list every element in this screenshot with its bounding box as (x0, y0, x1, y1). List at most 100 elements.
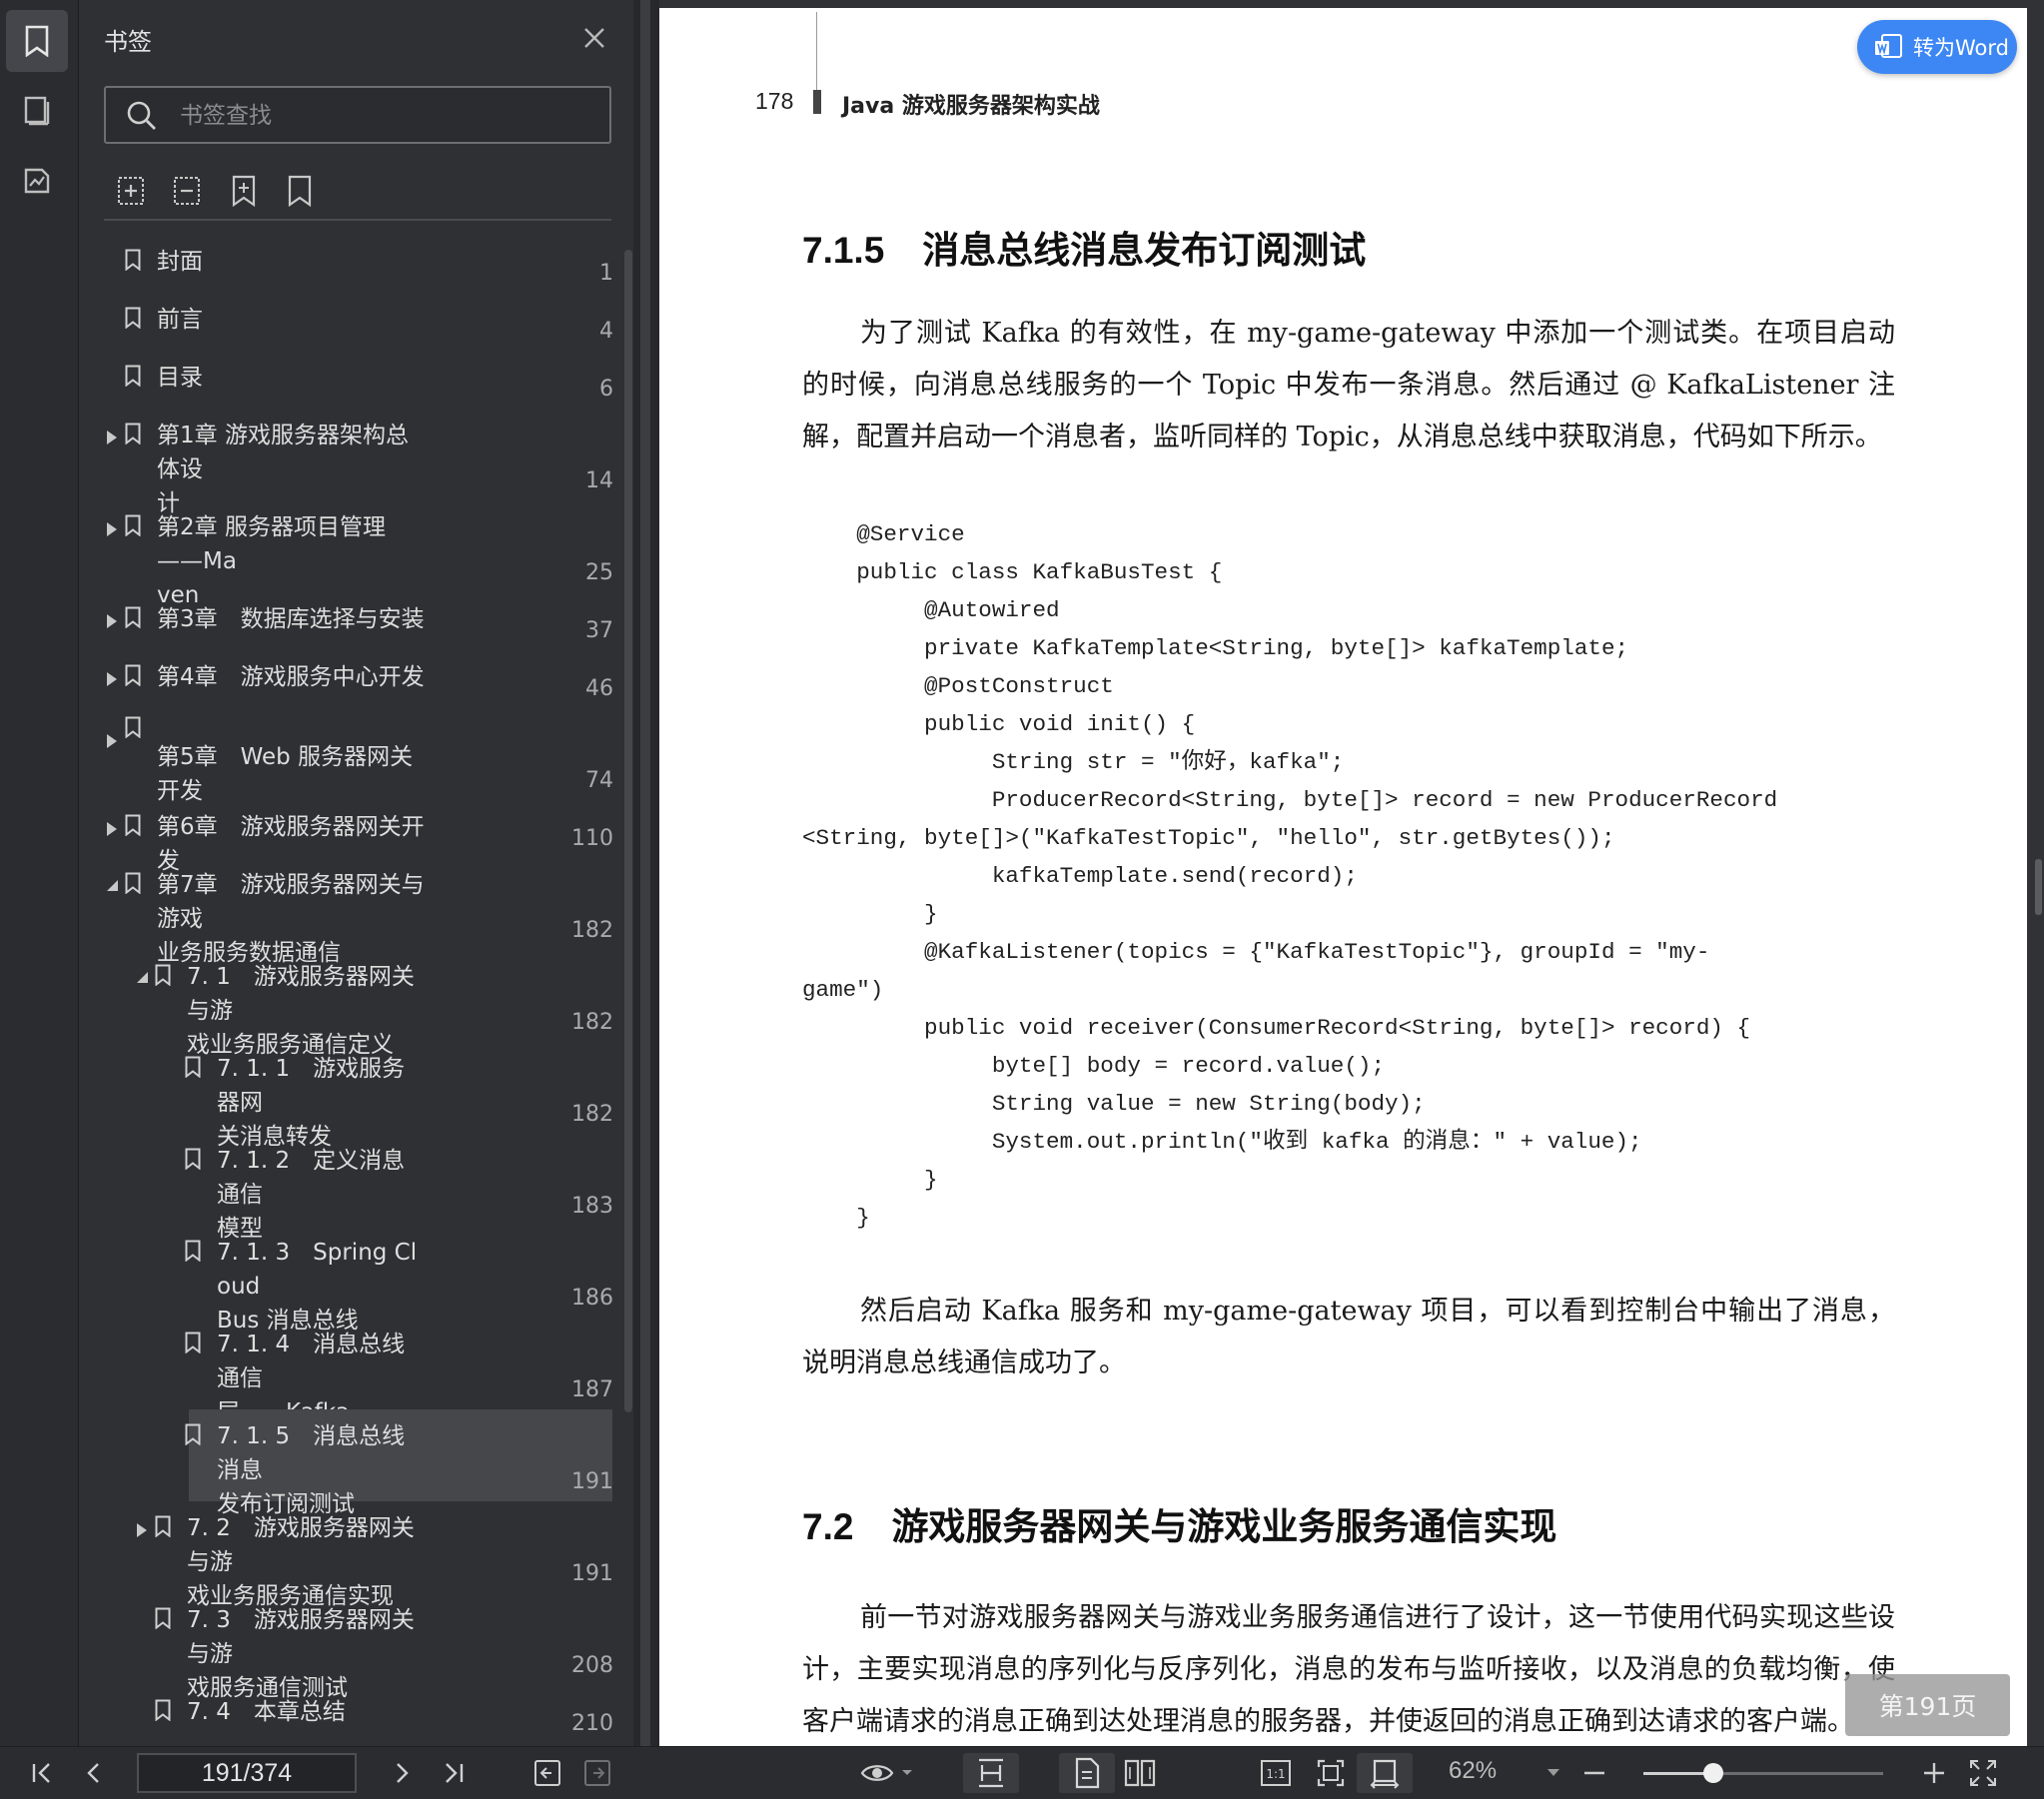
bookmark-icon (125, 606, 141, 628)
bookmark-icon (185, 1148, 201, 1170)
bookmark-label: 7. 1. 3 Spring Cloud Bus 消息总线 (217, 1240, 418, 1334)
section-heading: 7.2 游戏服务器网关与游戏业务服务通信实现 (802, 1496, 1556, 1550)
bookmark-icon[interactable] (283, 174, 319, 210)
panel-title: 书签 (104, 28, 152, 56)
zoom-out-icon[interactable] (1578, 1757, 1610, 1789)
paragraph: 然后启动 Kafka 服务和 my-game-gateway 项目，可以看到控制… (802, 1296, 1895, 1378)
svg-text:1:1: 1:1 (1266, 1767, 1285, 1781)
continuous-scroll-icon[interactable] (975, 1757, 1007, 1789)
bookmark-page-number: 186 (571, 1286, 613, 1311)
sidebar-rail (0, 0, 79, 1746)
page-number-input[interactable] (137, 1753, 357, 1793)
last-page-icon[interactable] (438, 1757, 470, 1789)
close-icon[interactable] (576, 20, 612, 56)
search-input[interactable] (178, 88, 601, 144)
chevron-down-icon[interactable] (137, 972, 148, 983)
bookmark-label: 7. 4 本章总结 (187, 1699, 346, 1725)
bookmark-page-number: 210 (571, 1711, 613, 1736)
bookmark-icon (155, 1515, 171, 1537)
bookmark-icon (185, 1332, 201, 1353)
bookmark-icon (125, 664, 141, 686)
chevron-right-icon[interactable] (137, 1523, 147, 1537)
scrollbar[interactable] (624, 250, 632, 1412)
zoom-slider[interactable] (1643, 1763, 1883, 1783)
divider (104, 219, 611, 221)
thumbnail-icon[interactable] (6, 80, 68, 142)
bookmark-icon[interactable] (6, 10, 68, 72)
bookmark-icon (125, 872, 141, 894)
convert-to-word-label: 转为Word (1913, 36, 2009, 60)
chevron-right-icon[interactable] (107, 672, 117, 686)
reading-mode-icon[interactable] (857, 1757, 917, 1789)
back-view-icon[interactable] (531, 1757, 563, 1789)
bookmark-icon (125, 365, 141, 387)
bookmark-icon (125, 514, 141, 536)
chevron-right-icon[interactable] (107, 822, 117, 836)
chevron-right-icon[interactable] (107, 614, 117, 628)
paragraph: 为了测试 Kafka 的有效性，在 my-game-gateway 中添加一个测… (802, 318, 1895, 452)
single-page-icon[interactable] (1071, 1757, 1103, 1789)
bookmark-icon (185, 1423, 201, 1445)
chevron-down-icon[interactable] (107, 880, 118, 891)
bookmark-page-number: 74 (585, 768, 613, 793)
bookmark-icon (125, 814, 141, 836)
bookmark-label: 7. 1. 2 定义消息通信 模型 (217, 1148, 406, 1242)
bookmark-page-number: 25 (585, 560, 613, 585)
previous-page-icon[interactable] (78, 1757, 110, 1789)
zoom-slider-handle[interactable] (1702, 1763, 1723, 1783)
next-page-icon[interactable] (386, 1757, 418, 1789)
page-header-number: 178 (755, 88, 794, 114)
chevron-right-icon[interactable] (107, 734, 117, 748)
bookmark-icon (185, 1056, 201, 1078)
bookmark-page-number: 182 (571, 1102, 613, 1127)
fit-width-icon[interactable] (1369, 1757, 1401, 1789)
bookmark-label: 第2章 服务器项目管理——Ma ven (157, 514, 386, 608)
forward-view-icon[interactable] (581, 1757, 613, 1789)
document-page: 178 Java 游戏服务器架构实战 7.1.5 消息总线消息发布订阅测试 为了测… (659, 8, 2027, 1746)
annotation-icon[interactable] (6, 150, 68, 212)
scrollbar[interactable] (2035, 859, 2042, 915)
bookmark-page-number: 6 (599, 377, 613, 402)
bookmark-page-number: 110 (571, 826, 613, 851)
add-bookmark-icon[interactable] (115, 174, 151, 210)
bookmark-label: 7. 2 游戏服务器网关与游 戏业务服务通信实现 (187, 1515, 415, 1609)
fullscreen-icon[interactable] (1966, 1757, 2000, 1789)
remove-bookmark-icon[interactable] (171, 174, 207, 210)
code-block: @Service public class KafkaBusTest { @Au… (802, 521, 1778, 1231)
chevron-down-icon[interactable] (1543, 1757, 1563, 1789)
zoom-level[interactable]: 62% (1449, 1757, 1497, 1785)
panel-splitter[interactable] (633, 0, 659, 1746)
section-number: 7.1.5 (802, 230, 885, 271)
bookmark-page-number: 183 (571, 1194, 613, 1219)
chevron-right-icon[interactable] (107, 431, 117, 445)
bookmark-add-current-icon[interactable] (227, 174, 263, 210)
bookmark-label: 封面 (157, 249, 203, 275)
section-heading: 7.1.5 消息总线消息发布订阅测试 (802, 220, 1366, 274)
word-icon (1875, 34, 1902, 58)
bookmark-page-number: 1 (599, 261, 613, 286)
bookmark-page-number: 182 (571, 1010, 613, 1035)
first-page-icon[interactable] (26, 1757, 58, 1789)
page-header-title: Java 游戏服务器架构实战 (842, 94, 1100, 119)
bookmark-page-number: 187 (571, 1377, 613, 1402)
bookmark-page-number: 4 (599, 319, 613, 344)
bookmark-icon (125, 423, 141, 445)
bookmark-label: 第4章 游戏服务中心开发 (157, 664, 425, 690)
bookmark-page-number: 191 (571, 1561, 613, 1586)
bookmark-label: 第3章 数据库选择与安装 (157, 606, 425, 632)
bookmark-page-number: 14 (585, 468, 613, 493)
convert-to-word-button[interactable]: 转为Word (1857, 20, 2017, 74)
two-page-icon[interactable] (1123, 1757, 1157, 1789)
bookmark-label: 目录 (157, 365, 203, 391)
zoom-in-icon[interactable] (1918, 1757, 1950, 1789)
chevron-right-icon[interactable] (107, 522, 117, 536)
bookmark-icon (185, 1240, 201, 1262)
actual-size-icon[interactable]: 1:1 (1260, 1757, 1292, 1789)
bookmark-label: 第1章 游戏服务器架构总体设 计 (157, 423, 409, 516)
bookmark-label: 7. 3 游戏服务器网关与游 戏服务通信测试 (187, 1607, 415, 1701)
page-indicator-badge: 第191页 (1845, 1674, 2010, 1736)
bookmark-icon (125, 716, 141, 738)
fit-page-icon[interactable] (1315, 1757, 1347, 1789)
bookmark-icon (125, 307, 141, 329)
bookmark-label: 第7章 游戏服务器网关与游戏 业务服务数据通信 (157, 872, 425, 966)
